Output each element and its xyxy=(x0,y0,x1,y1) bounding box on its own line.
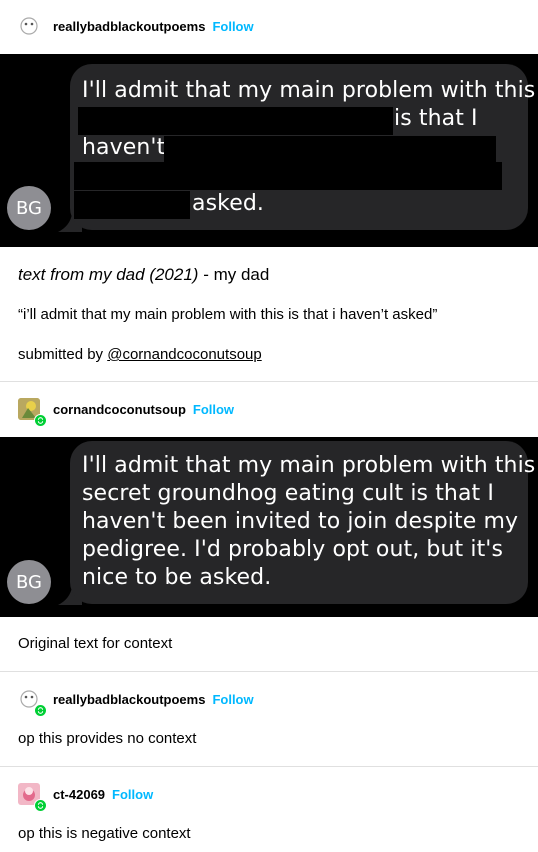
message-bubble: I'll admit that my main problem with thi… xyxy=(70,441,535,604)
submitted-link[interactable]: @cornandcoconutsoup xyxy=(107,346,262,363)
avatar[interactable] xyxy=(18,783,47,812)
username[interactable]: cornandcoconutsoup xyxy=(53,402,186,417)
message-line: is that I xyxy=(394,106,478,131)
post-header-2: cornandcoconutsoup Follow xyxy=(0,389,538,429)
title-rest: - my dad xyxy=(198,265,270,284)
username[interactable]: reallybadblackoutpoems xyxy=(53,692,205,707)
reblog-icon xyxy=(34,414,47,427)
quote-text: “i’ll admit that my main problem with th… xyxy=(18,306,438,323)
message-line: asked. xyxy=(192,191,264,216)
face-icon xyxy=(20,17,38,35)
post-title: text from my dad (2021) - my dad xyxy=(18,265,269,285)
divider xyxy=(0,766,538,767)
username[interactable]: ct-42069 xyxy=(53,787,105,802)
message-screenshot: I'll admit that my main problem with thi… xyxy=(0,437,538,617)
contact-avatar: BG xyxy=(7,560,51,604)
reblog-text: op this provides no context xyxy=(18,730,197,747)
avatar[interactable] xyxy=(18,398,47,427)
submitted-prefix: submitted by xyxy=(18,346,108,363)
divider xyxy=(0,671,538,672)
reblog-icon xyxy=(34,704,47,717)
message-line: haven't xyxy=(82,135,166,160)
message-screenshot: I'll admit that my main problem with thi… xyxy=(0,54,538,247)
message-bubble: I'll admit that my main problem with thi… xyxy=(70,64,535,230)
contact-avatar: BG xyxy=(7,186,51,230)
redaction-bar xyxy=(74,191,190,219)
message-line: haven't been invited to join despite my xyxy=(82,509,519,534)
avatar[interactable] xyxy=(18,15,40,37)
redaction-bar xyxy=(74,162,502,190)
reblog-text: Original text for context xyxy=(18,635,173,652)
message-line: nice to be asked. xyxy=(82,565,272,590)
divider xyxy=(0,381,538,382)
redaction-bar xyxy=(78,107,393,135)
follow-button[interactable]: Follow xyxy=(112,787,153,802)
post-header-4: ct-42069 Follow xyxy=(0,774,538,814)
submitted-by: submitted by @cornandcoconutsoup xyxy=(18,346,262,363)
reblog-icon xyxy=(34,799,47,812)
follow-button[interactable]: Follow xyxy=(193,402,234,417)
message-line: pedigree. I'd probably opt out, but it's xyxy=(82,537,504,562)
follow-button[interactable]: Follow xyxy=(212,19,253,34)
title-italic: text from my dad (2021) xyxy=(18,265,199,284)
username[interactable]: reallybadblackoutpoems xyxy=(53,19,205,34)
message-line: I'll admit that my main problem with thi… xyxy=(82,78,536,103)
follow-button[interactable]: Follow xyxy=(212,692,253,707)
message-line: I'll admit that my main problem with thi… xyxy=(82,453,536,478)
redaction-bar xyxy=(164,136,496,164)
post-header-3: reallybadblackoutpoems Follow xyxy=(0,679,538,719)
avatar[interactable] xyxy=(18,688,47,717)
reblog-text: op this is negative context xyxy=(18,825,191,842)
post-header-1: reallybadblackoutpoems Follow xyxy=(0,6,538,46)
message-line: secret groundhog eating cult is that I xyxy=(82,481,494,506)
